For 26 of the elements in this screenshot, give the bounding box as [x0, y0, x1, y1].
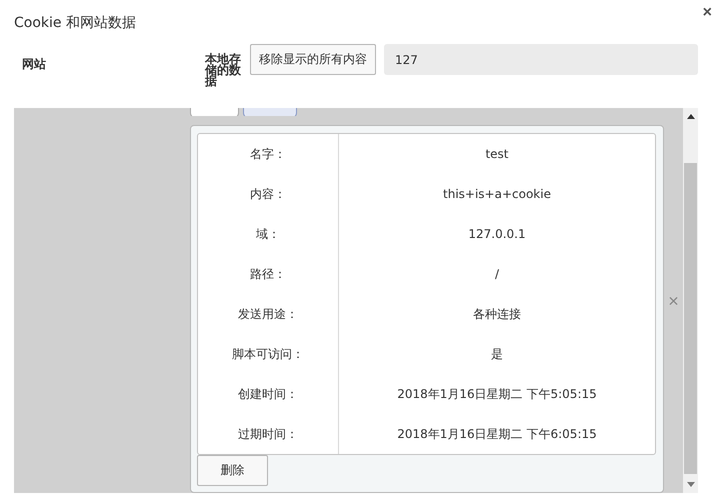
field-label: 脚本可访问： — [198, 334, 339, 374]
scrollbar[interactable] — [683, 108, 698, 493]
field-label: 内容： — [198, 174, 339, 214]
scroll-up-icon[interactable] — [686, 114, 694, 119]
field-value: 2018年1月16日星期二 下午5:05:15 — [396, 386, 598, 402]
field-value: test — [484, 147, 510, 161]
column-heading: 网站 — [22, 56, 47, 73]
field-label: 名字： — [198, 134, 339, 174]
field-label: 过期时间： — [198, 414, 339, 454]
field-label: 域： — [198, 214, 339, 254]
field-value: 127.0.0.1 — [467, 227, 527, 241]
field-value: 各种连接 — [472, 306, 522, 322]
delete-button[interactable]: 删除 — [197, 455, 268, 486]
scroll-down-icon[interactable] — [686, 482, 694, 487]
field-value: 2018年1月16日星期二 下午6:05:15 — [396, 426, 598, 442]
search-field[interactable]: 127 — [384, 44, 698, 75]
field-label: 路径： — [198, 254, 339, 294]
close-button[interactable]: × — [702, 4, 712, 22]
field-label: 发送用途： — [198, 294, 339, 334]
window-title: Cookie 和网站数据 — [14, 14, 136, 32]
field-value: / — [494, 267, 500, 281]
remove-all-button[interactable]: 移除显示的所有内容 — [250, 44, 376, 75]
field-value: 是 — [490, 346, 504, 362]
field-value: this+is+a+cookie — [442, 187, 552, 201]
field-label: 创建时间： — [198, 374, 339, 414]
column-heading: 本地存储的数据 — [205, 54, 242, 87]
